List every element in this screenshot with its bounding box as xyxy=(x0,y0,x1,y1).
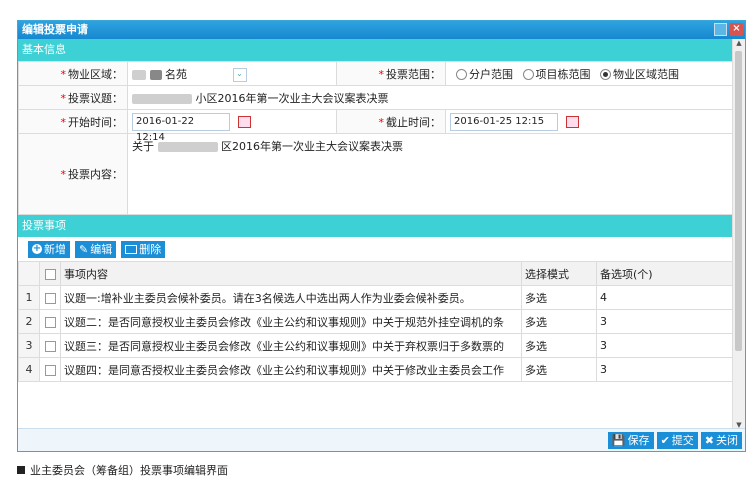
row-content: 议题二：是否同意授权业主委员会修改《业主公约和议事规则》中关于规范外挂空调机的条 xyxy=(60,309,522,334)
table-row[interactable]: 2 议题二：是否同意授权业主委员会修改《业主公约和议事规则》中关于规范外挂空调机… xyxy=(18,309,734,334)
content-label: * 投票内容： xyxy=(18,133,128,215)
radio-area-label: 物业区域范围 xyxy=(613,67,679,81)
basic-info-form: * 物业区域： 名苑 ⌄ * 投票范围： 分户范围 项目栋范围 物业区域范围 * 投票… xyxy=(18,61,734,215)
row-content: 议题一:增补业主委员会候补委员。请在3名候选人中选出两人作为业委会候补委员。 xyxy=(60,285,522,310)
radio-household-label: 分户范围 xyxy=(469,67,513,81)
topic-field[interactable]: 小区2016年第一次业主大会议案表决票 xyxy=(127,85,734,110)
add-button[interactable]: + 新增 xyxy=(28,240,70,258)
topic-label: * 投票议题： xyxy=(18,85,128,110)
end-label: * 截止时间： xyxy=(336,109,446,134)
radio-building[interactable] xyxy=(522,69,534,80)
row-options: 3 xyxy=(596,309,734,334)
row-number-header xyxy=(18,261,40,286)
row-checkbox[interactable] xyxy=(39,357,61,382)
save-icon: 💾 xyxy=(611,433,626,447)
vertical-scrollbar[interactable]: ▲ ▼ xyxy=(732,39,745,429)
start-time-input[interactable]: 2016-01-22 12:14 xyxy=(132,112,230,143)
table-row[interactable]: 4 议题四：是同意否授权业主委员会修改《业主公约和议事规则》中关于修改业主委员会… xyxy=(18,357,734,382)
row-mode: 多选 xyxy=(521,309,597,334)
row-mode: 多选 xyxy=(521,357,597,382)
row-mode: 多选 xyxy=(521,285,597,310)
end-time-input[interactable]: 2016-01-25 12:15 xyxy=(450,112,558,131)
close-button[interactable]: ✖ 关闭 xyxy=(700,431,742,449)
row-number: 4 xyxy=(18,357,40,382)
scroll-up-icon[interactable]: ▲ xyxy=(733,39,745,47)
row-options: 4 xyxy=(596,285,734,310)
pencil-icon: ✎ xyxy=(79,242,89,256)
section-basic-info: 基本信息 xyxy=(18,39,734,61)
calendar-icon[interactable] xyxy=(565,115,579,128)
content-field[interactable]: 关于 区2016年第一次业主大会议案表决票 xyxy=(127,133,734,215)
calendar-icon[interactable] xyxy=(237,115,251,128)
edit-button[interactable]: ✎ 编辑 xyxy=(75,240,117,258)
select-all-checkbox[interactable] xyxy=(39,261,61,286)
row-number: 2 xyxy=(18,309,40,334)
area-label: * 物业区域： xyxy=(18,61,128,86)
restore-icon[interactable] xyxy=(714,23,727,36)
radio-household[interactable] xyxy=(456,69,467,80)
col-mode-header: 选择模式 xyxy=(521,261,597,286)
range-label: * 投票范围： xyxy=(336,61,446,86)
blurred-text xyxy=(149,69,162,80)
blurred-text xyxy=(132,93,192,104)
check-icon: ✔ xyxy=(660,433,670,447)
row-checkbox[interactable] xyxy=(39,333,61,358)
radio-area[interactable] xyxy=(600,69,611,80)
table-row[interactable]: 1 议题一:增补业主委员会候补委员。请在3名候选人中选出两人作为业委会候补委员。… xyxy=(18,285,734,310)
row-number: 1 xyxy=(18,285,40,310)
row-content: 议题四：是同意否授权业主委员会修改《业主公约和议事规则》中关于修改业主委员会工作 xyxy=(60,357,522,382)
items-toolbar: + 新增 ✎ 编辑 删除 xyxy=(18,237,734,261)
save-button[interactable]: 💾 保存 xyxy=(607,431,654,449)
dialog-title: 编辑投票申请 xyxy=(22,23,88,36)
blurred-text xyxy=(132,69,146,80)
row-number: 3 xyxy=(18,333,40,358)
topic-value: 小区2016年第一次业主大会议案表决票 xyxy=(195,91,389,105)
content-value: 区2016年第一次业主大会议案表决票 xyxy=(221,140,403,153)
close-icon[interactable]: × xyxy=(730,23,743,36)
dialog-actions: 💾 保存 ✔ 提交 ✖ 关闭 xyxy=(18,428,745,451)
figure-caption: 业主委员会（筹备组）投票事项编辑界面 xyxy=(17,462,228,478)
delete-button[interactable]: 删除 xyxy=(121,240,166,258)
area-value: 名苑 xyxy=(165,67,187,81)
row-checkbox[interactable] xyxy=(39,285,61,310)
col-options-header: 备选项(个) xyxy=(596,261,734,286)
dialog-content: 基本信息 * 物业区域： 名苑 ⌄ * 投票范围： 分户范围 项目栋范围 物业区域范… xyxy=(18,39,734,429)
col-content-header: 事项内容 xyxy=(60,261,522,286)
row-checkbox[interactable] xyxy=(39,309,61,334)
delete-icon xyxy=(125,244,138,254)
vote-items-table: 事项内容 选择模式 备选项(个) 1 议题一:增补业主委员会候补委员。请在3名候… xyxy=(18,261,734,382)
radio-building-label: 项目栋范围 xyxy=(535,67,591,81)
submit-button[interactable]: ✔ 提交 xyxy=(656,431,698,449)
chevron-down-icon[interactable]: ⌄ xyxy=(232,67,247,82)
dialog-titlebar: 编辑投票申请 × xyxy=(18,21,745,39)
edit-vote-dialog: 编辑投票申请 × 基本信息 * 物业区域： 名苑 ⌄ * 投票范围： 分户范围 项目… xyxy=(17,20,746,452)
row-options: 3 xyxy=(596,357,734,382)
scrollbar-thumb[interactable] xyxy=(735,51,742,351)
start-label: * 开始时间： xyxy=(18,109,128,134)
plus-icon: + xyxy=(32,243,42,254)
blurred-text xyxy=(157,142,218,152)
row-mode: 多选 xyxy=(521,333,597,358)
row-options: 3 xyxy=(596,333,734,358)
square-bullet-icon xyxy=(17,466,25,474)
table-row[interactable]: 3 议题三：是否同意授权业主委员会修改《业主公约和议事规则》中关于弃权票归于多数… xyxy=(18,333,734,358)
close-circle-icon: ✖ xyxy=(704,433,714,447)
section-vote-items: 投票事项 xyxy=(18,215,734,237)
row-content: 议题三：是否同意授权业主委员会修改《业主公约和议事规则》中关于弃权票归于多数票的 xyxy=(60,333,522,358)
